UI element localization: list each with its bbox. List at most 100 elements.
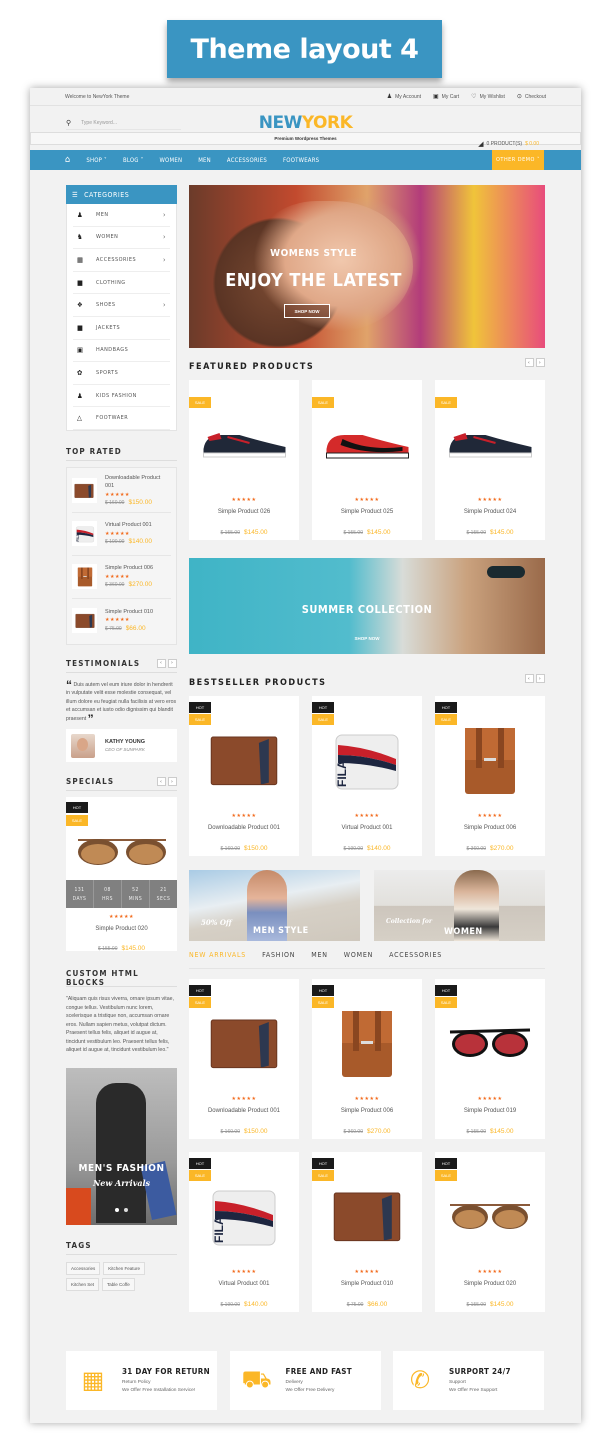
tab-fashion[interactable]: FASHION bbox=[262, 951, 295, 959]
tag-link[interactable]: Table Coffe bbox=[102, 1277, 135, 1291]
product-card[interactable]: HOT SALE ★★★★★ Simple Product 020 $ 155.0… bbox=[435, 1152, 545, 1312]
prev-arrow-icon[interactable]: ‹ bbox=[157, 658, 166, 668]
category-item[interactable]: ❖ SHOES › bbox=[73, 294, 170, 317]
prev-arrow-icon[interactable]: ‹ bbox=[157, 777, 166, 787]
tag-link[interactable]: Kitchen Feature bbox=[103, 1261, 146, 1275]
product-card[interactable]: SALE ★★★★★ Simple Product 026 $ 155.00 $1… bbox=[189, 380, 299, 540]
categories-header[interactable]: ☰ CATEGORIES bbox=[66, 185, 177, 204]
product-image[interactable] bbox=[195, 1001, 293, 1086]
product-name[interactable]: Simple Product 006 bbox=[435, 825, 545, 831]
special-product-card[interactable]: HOT SALE 131 DAYS 08 HRS 52 MINS 21 SECS ★★★★★ … bbox=[66, 797, 177, 952]
product-name[interactable]: Downloadable Product 001 bbox=[105, 474, 171, 491]
category-item[interactable]: ♞ WOMEN › bbox=[73, 227, 170, 250]
product-thumbnail[interactable] bbox=[72, 478, 97, 504]
product-thumbnail[interactable] bbox=[72, 607, 97, 633]
next-arrow-icon[interactable]: › bbox=[168, 658, 177, 668]
product-image[interactable] bbox=[318, 1001, 416, 1086]
checkout-link[interactable]: ⊙ Checkout bbox=[517, 93, 546, 101]
product-card[interactable]: HOT SALE ★★★★★ Downloadable Product 001 $… bbox=[189, 696, 299, 856]
shop-now-button[interactable]: SHOP NOW bbox=[284, 304, 330, 318]
product-image[interactable] bbox=[441, 1174, 539, 1259]
product-image[interactable] bbox=[441, 1001, 539, 1086]
category-item[interactable]: ♟ MEN › bbox=[73, 204, 170, 227]
my-wishlist-link[interactable]: ♡ My Wishlist bbox=[471, 93, 505, 101]
other-demo-button[interactable]: OTHER DEMO ˅ bbox=[492, 150, 544, 170]
product-thumbnail[interactable]: FILA bbox=[72, 521, 97, 547]
summer-collection-banner[interactable]: SUMMER COLLECTION SHOP NOW bbox=[189, 558, 545, 654]
product-card[interactable]: SALE ★★★★★ Simple Product 025 $ 155.00 $1… bbox=[312, 380, 422, 540]
category-item[interactable]: ■ JACKETS bbox=[73, 317, 170, 340]
product-name[interactable]: Simple Product 010 bbox=[105, 608, 153, 617]
product-card[interactable]: HOT SALE ★★★★★ Simple Product 006 $ 360.0… bbox=[435, 696, 545, 856]
category-item[interactable]: ▣ HANDBAGS bbox=[73, 340, 170, 363]
chevron-right-icon[interactable]: › bbox=[163, 233, 170, 241]
tab-new-arrivals[interactable]: NEW ARRIVALS bbox=[189, 951, 246, 959]
tab-women[interactable]: WOMEN bbox=[344, 951, 373, 959]
product-name[interactable]: Simple Product 020 bbox=[66, 926, 177, 932]
chevron-right-icon[interactable]: › bbox=[163, 211, 170, 219]
slider-dot[interactable] bbox=[115, 1207, 119, 1212]
my-cart-link[interactable]: ▣ My Cart bbox=[433, 93, 459, 101]
category-item[interactable]: ✿ SPORTS bbox=[73, 362, 170, 385]
category-item[interactable]: ■ CLOTHING bbox=[73, 272, 170, 295]
nav-footwears[interactable]: FOOTWEARS bbox=[283, 157, 319, 164]
prev-arrow-icon[interactable]: ‹ bbox=[525, 674, 534, 683]
tag-link[interactable]: Kitchen Set bbox=[66, 1277, 100, 1291]
product-name[interactable]: Downloadable Product 001 bbox=[189, 825, 299, 831]
product-card[interactable]: HOT SALE ★★★★★ Simple Product 019 $ 155.0… bbox=[435, 979, 545, 1139]
product-card[interactable]: HOT SALE ★★★★★ Simple Product 010 $ 75.00… bbox=[312, 1152, 422, 1312]
product-image[interactable] bbox=[195, 718, 293, 803]
nav-men[interactable]: MEN bbox=[198, 157, 211, 164]
summer-shop-now[interactable]: SHOP NOW bbox=[189, 636, 545, 641]
product-image[interactable] bbox=[72, 827, 171, 877]
product-name[interactable]: Simple Product 024 bbox=[435, 509, 545, 515]
product-name[interactable]: Simple Product 025 bbox=[312, 509, 422, 515]
chevron-right-icon[interactable]: › bbox=[163, 256, 170, 264]
product-card[interactable]: SALE ★★★★★ Simple Product 024 $ 155.00 $1… bbox=[435, 380, 545, 540]
product-image[interactable]: FILA bbox=[318, 718, 416, 803]
product-card[interactable]: HOT SALE ★★★★★ Downloadable Product 001 $… bbox=[189, 979, 299, 1139]
product-card[interactable]: HOT SALE ★★★★★ Simple Product 006 $ 360.0… bbox=[312, 979, 422, 1139]
top-rated-item[interactable]: Downloadable Product 001 ★★★★★ $ 160.00 $… bbox=[72, 470, 171, 513]
product-name[interactable]: Simple Product 020 bbox=[435, 1281, 545, 1287]
hero-slider[interactable]: WOMENS STYLE ENJOY THE LATEST SHOP NOW bbox=[189, 185, 545, 348]
product-name[interactable]: Virtual Product 001 bbox=[105, 521, 152, 530]
product-name[interactable]: Downloadable Product 001 bbox=[189, 1108, 299, 1114]
product-name[interactable]: Simple Product 010 bbox=[312, 1281, 422, 1287]
product-name[interactable]: Simple Product 006 bbox=[105, 564, 153, 573]
product-image[interactable] bbox=[318, 1174, 416, 1259]
product-thumbnail[interactable] bbox=[72, 564, 97, 590]
tab-men[interactable]: MEN bbox=[311, 951, 328, 959]
top-rated-item[interactable]: FILA Virtual Product 001 ★★★★★ $ 190.00 $… bbox=[72, 513, 171, 556]
next-arrow-icon[interactable]: › bbox=[536, 358, 545, 367]
my-account-link[interactable]: ♟ My Account bbox=[387, 93, 421, 101]
prev-arrow-icon[interactable]: ‹ bbox=[525, 358, 534, 367]
tab-accessories[interactable]: ACCESSORIES bbox=[389, 951, 442, 959]
nav-women[interactable]: WOMEN bbox=[160, 157, 183, 164]
slider-dot[interactable] bbox=[124, 1207, 128, 1212]
product-name[interactable]: Virtual Product 001 bbox=[189, 1281, 299, 1287]
category-item[interactable]: ♟ KIDS FASHION bbox=[73, 385, 170, 408]
next-arrow-icon[interactable]: › bbox=[536, 674, 545, 683]
next-arrow-icon[interactable]: › bbox=[168, 777, 177, 787]
women-banner[interactable]: Collection for WOMEN bbox=[374, 870, 545, 941]
home-icon[interactable]: ⌂ bbox=[65, 155, 70, 165]
product-name[interactable]: Simple Product 026 bbox=[189, 509, 299, 515]
product-card[interactable]: HOT SALE FILA ★★★★★ Virtual Product 001 $… bbox=[189, 1152, 299, 1312]
product-card[interactable]: HOT SALE FILA ★★★★★ Virtual Product 001 $… bbox=[312, 696, 422, 856]
mens-fashion-promo[interactable]: MEN'S FASHION New Arrivals bbox=[66, 1067, 177, 1225]
product-image[interactable] bbox=[195, 402, 293, 487]
product-image[interactable]: FILA bbox=[195, 1174, 293, 1259]
tag-link[interactable]: Accessories bbox=[66, 1261, 101, 1275]
top-rated-item[interactable]: Simple Product 010 ★★★★★ $ 75.00 $66.00 bbox=[72, 599, 171, 642]
product-image[interactable] bbox=[441, 402, 539, 487]
product-name[interactable]: Virtual Product 001 bbox=[312, 825, 422, 831]
nav-blog[interactable]: BLOG ˅ bbox=[123, 157, 144, 164]
mini-cart[interactable]: ◢ 0 PRODUCT(S) $ 0.00 bbox=[478, 140, 539, 148]
product-name[interactable]: Simple Product 019 bbox=[435, 1108, 545, 1114]
chevron-right-icon[interactable]: › bbox=[163, 301, 170, 309]
nav-shop[interactable]: SHOP ˅ bbox=[86, 157, 107, 164]
product-name[interactable]: Simple Product 006 bbox=[312, 1108, 422, 1114]
category-item[interactable]: △ FOOTWAER bbox=[73, 407, 170, 430]
nav-accessories[interactable]: ACCESSORIES bbox=[227, 157, 267, 164]
